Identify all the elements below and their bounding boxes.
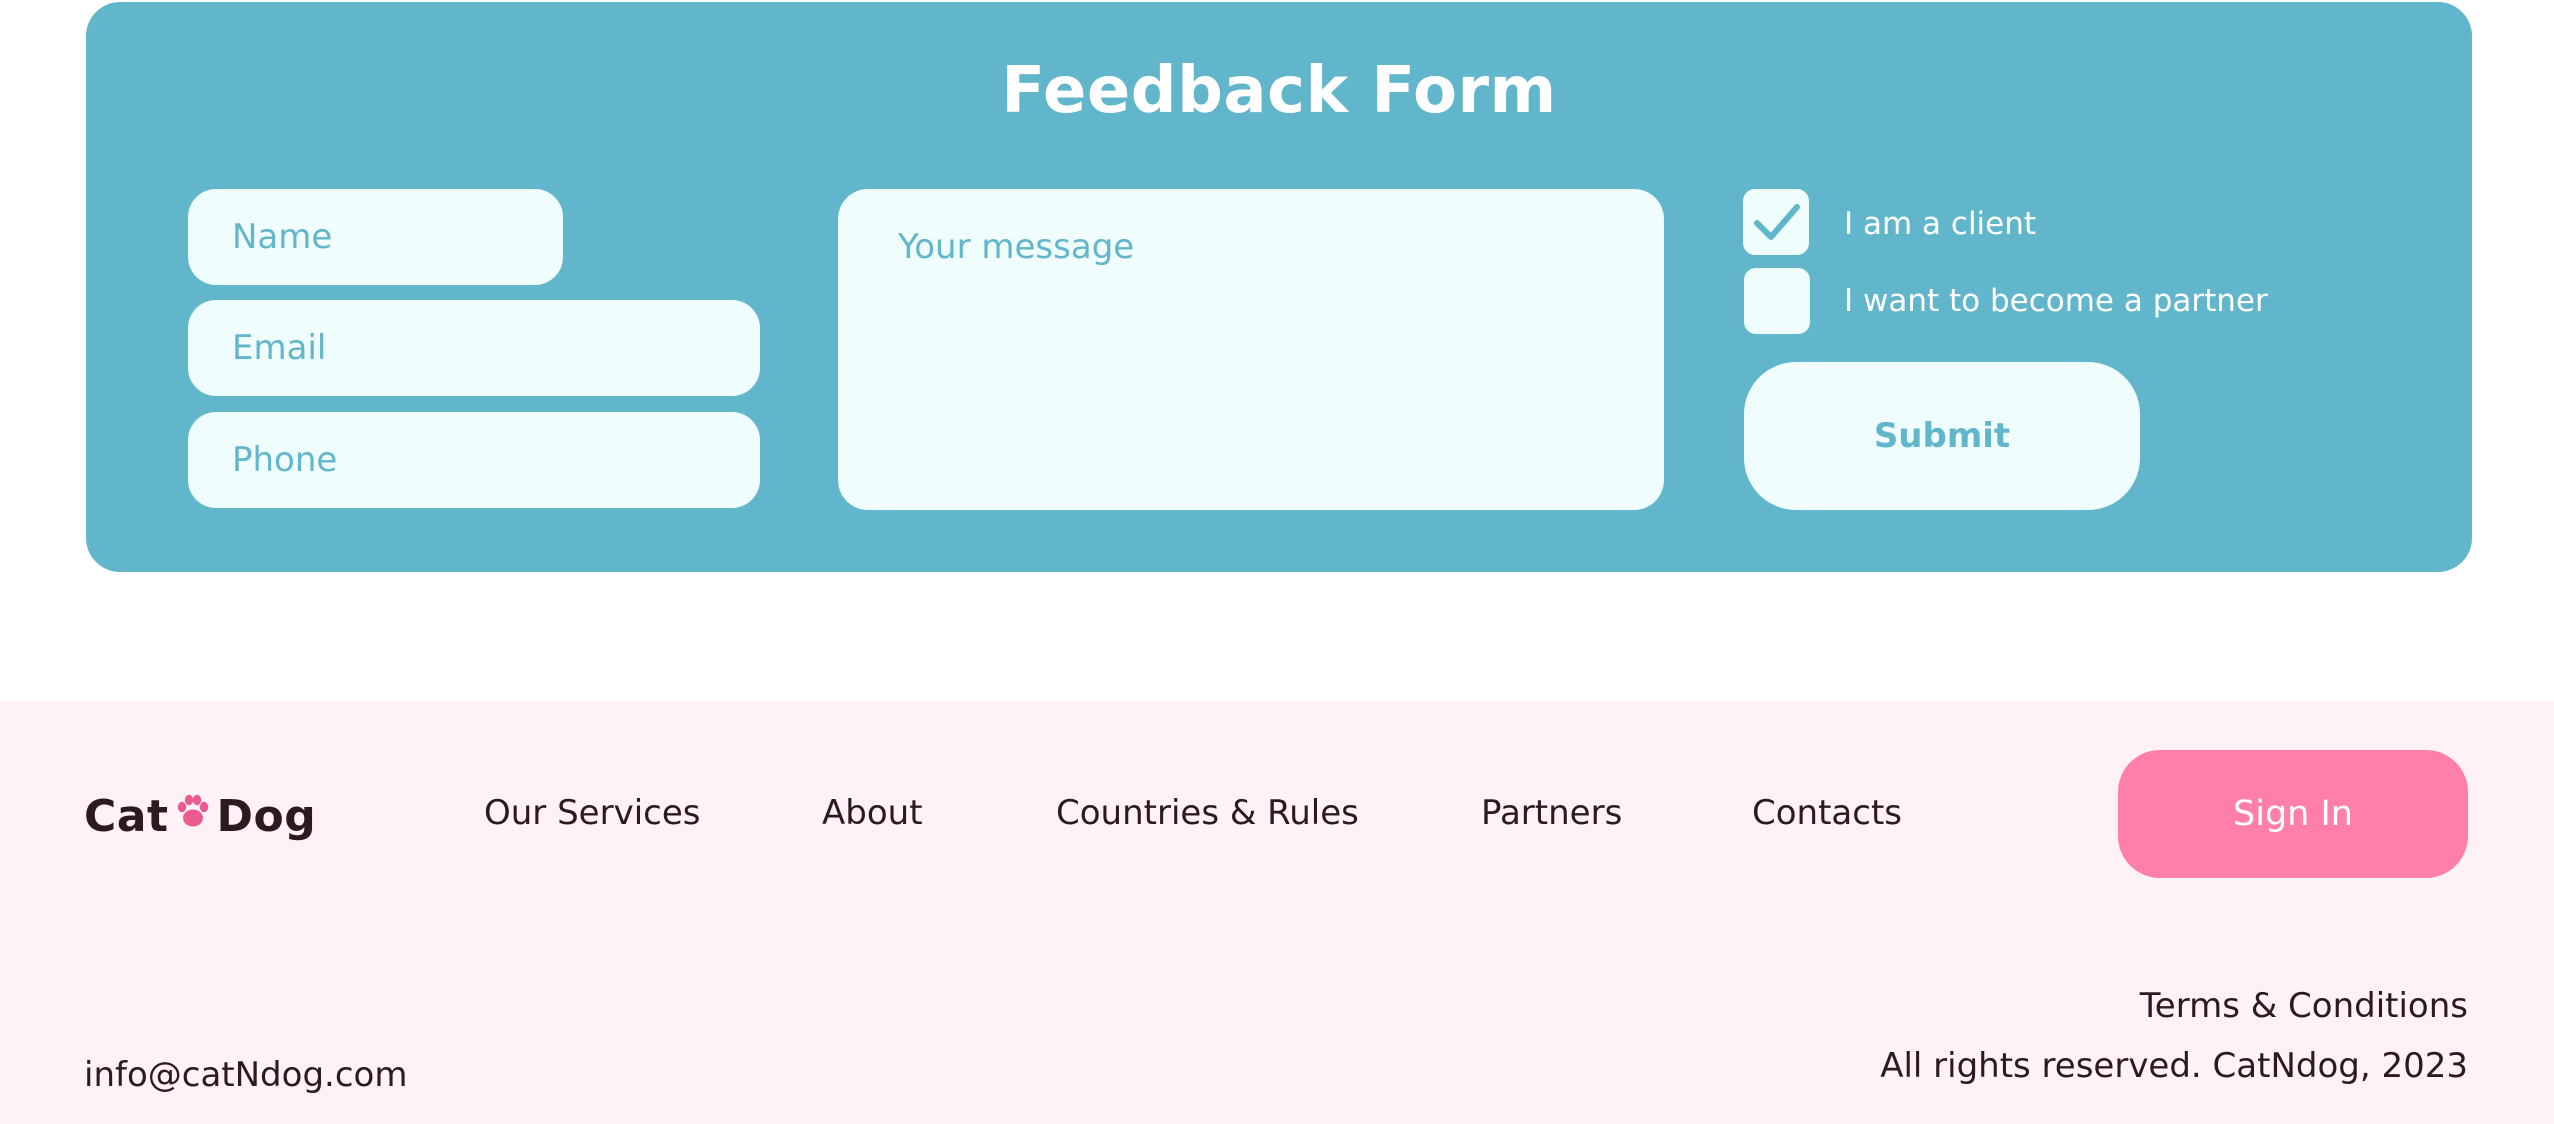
partner-checkbox-label: I want to become a partner [1844, 283, 2268, 319]
nav-partners[interactable]: Partners [1481, 793, 1622, 833]
logo-text-cat: Cat [84, 790, 169, 842]
partner-checkbox[interactable] [1744, 268, 1810, 334]
paw-icon [173, 791, 213, 842]
nav-our-services[interactable]: Our Services [484, 793, 700, 833]
nav-contacts[interactable]: Contacts [1752, 793, 1902, 833]
site-footer: Cat Dog Our Services About Countries & R… [0, 702, 2554, 1124]
copyright-text: All rights reserved. CatNdog, 2023 [1880, 1046, 2468, 1086]
message-textarea[interactable] [838, 189, 1664, 510]
client-checkbox-label: I am a client [1844, 206, 2037, 242]
terms-conditions-link[interactable]: Terms & Conditions [2140, 986, 2468, 1026]
email-input[interactable] [188, 300, 760, 396]
nav-about[interactable]: About [822, 793, 923, 833]
nav-countries-rules[interactable]: Countries & Rules [1056, 793, 1359, 833]
logo[interactable]: Cat Dog [84, 788, 316, 844]
name-input[interactable] [188, 189, 563, 285]
contact-email-link[interactable]: info@catNdog.com [84, 1055, 407, 1095]
phone-input[interactable] [188, 412, 760, 508]
sign-in-button[interactable]: Sign In [2118, 750, 2468, 878]
checkmark-icon [1754, 204, 1800, 240]
submit-button[interactable]: Submit [1744, 362, 2140, 510]
feedback-form-title: Feedback Form [1001, 54, 1557, 128]
feedback-form-card: Feedback Form I am a client I want to be… [86, 2, 2472, 572]
client-checkbox[interactable] [1743, 189, 1809, 255]
logo-text-dog: Dog [216, 790, 317, 842]
